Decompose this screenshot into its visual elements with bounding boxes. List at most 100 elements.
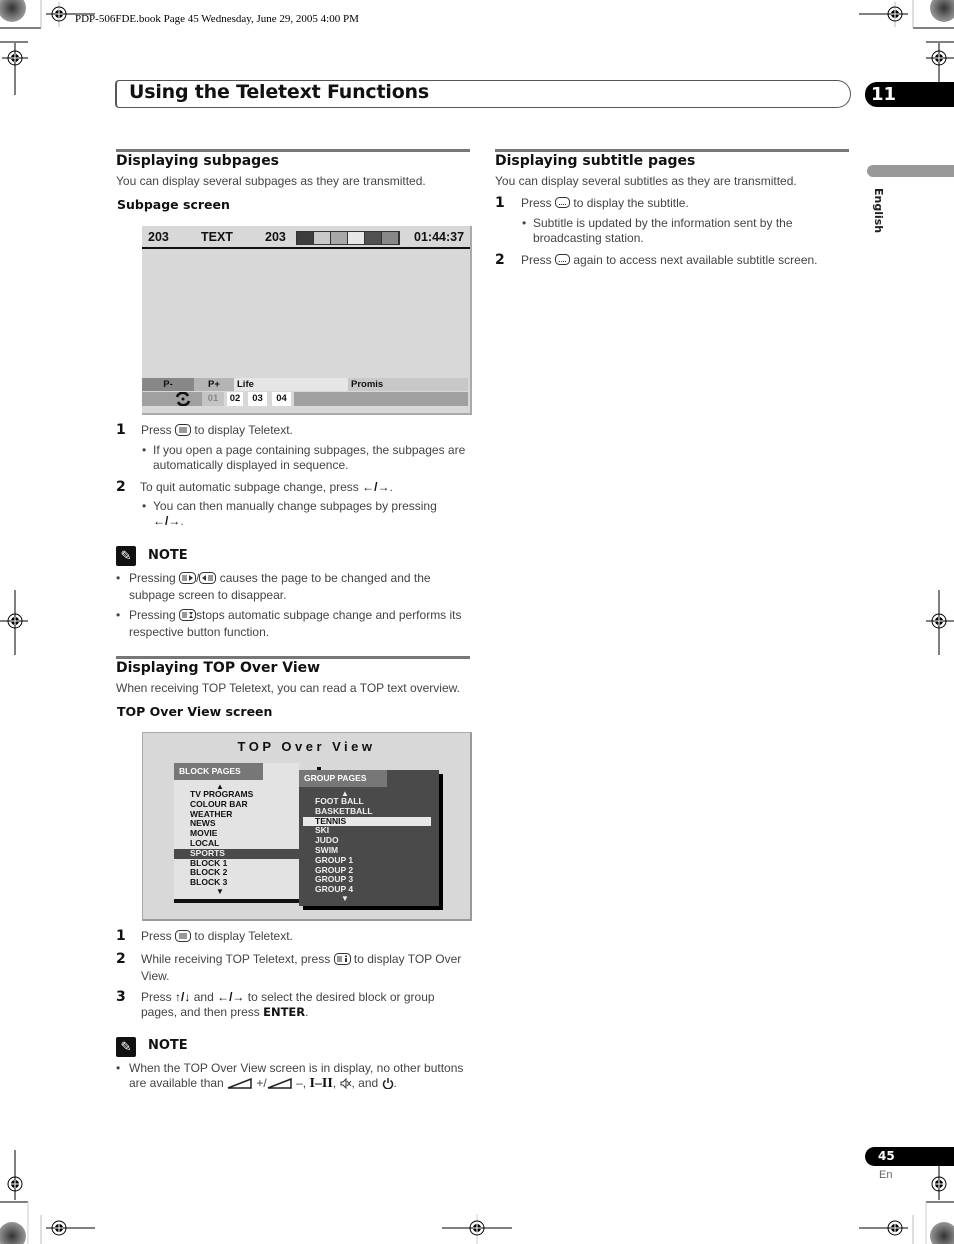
hold-icon <box>179 609 197 625</box>
subpage-rotate-icon <box>142 391 202 407</box>
chapter-number-badge: 11 <box>865 82 954 107</box>
color-swatch <box>297 232 314 244</box>
section-rule <box>495 149 849 152</box>
language-code: En <box>879 1169 893 1181</box>
subpage-04[interactable]: 04 <box>272 392 291 406</box>
step-number: 1 <box>116 422 126 438</box>
section-rule <box>116 149 470 152</box>
up-down-arrows-icon: ↑/↓ <box>175 990 191 1004</box>
color-swatch <box>348 232 365 244</box>
note-label: NOTE <box>148 548 188 563</box>
left-right-arrows-icon: ←/→ <box>217 990 245 1004</box>
step-text: Press to display Teletext. <box>141 929 293 946</box>
page-number: 203 <box>148 230 169 244</box>
promis-link[interactable]: Promis <box>348 378 468 391</box>
color-swatch <box>365 232 382 244</box>
p-plus-button[interactable]: P+ <box>194 378 234 391</box>
subpage-03[interactable]: 03 <box>248 392 267 406</box>
block-pages-panel: BLOCK PAGES ▲ TV PROGRAMS COLOUR BAR WEATH… <box>174 763 303 903</box>
color-bar <box>296 231 400 245</box>
subpage-header-bar: 203 TEXT 203 01:44:37 <box>142 226 470 249</box>
p-minus-button[interactable]: P- <box>142 378 194 391</box>
volume-icon <box>267 1077 293 1093</box>
left-right-arrows-icon: ←/→ <box>362 480 390 494</box>
step-text: To quit automatic subpage change, press … <box>140 480 393 494</box>
step-text: Press ↑/↓ and ←/→ to select the desired … <box>141 990 435 1019</box>
teletext-icon <box>175 930 192 946</box>
note-pencil-icon: ✎ <box>116 546 136 566</box>
color-swatch <box>382 232 399 244</box>
color-swatch <box>314 232 331 244</box>
step-number: 2 <box>116 951 126 967</box>
step-number: 3 <box>116 989 126 1005</box>
scroll-down-icon[interactable]: ▼ <box>341 894 349 903</box>
mode-label: TEXT <box>201 230 233 244</box>
section-rule <box>116 656 470 659</box>
life-link[interactable]: Life <box>234 378 348 391</box>
step-number: 1 <box>495 195 505 211</box>
section-intro: You can display several subpages as they… <box>116 174 426 188</box>
note-label: NOTE <box>148 1038 188 1053</box>
scroll-down-icon[interactable]: ▼ <box>216 887 224 896</box>
note-text: When the TOP Over View screen is in disp… <box>129 1061 464 1093</box>
teletext-icon <box>175 424 192 440</box>
block-list: TV PROGRAMS COLOUR BAR WEATHER NEWS MOVIE LOC… <box>174 789 303 888</box>
bullet-item: • <box>116 608 121 622</box>
step-text: Press to display Teletext. <box>141 423 293 440</box>
top-screen-label: TOP Over View screen <box>117 704 273 719</box>
top-list-item[interactable]: BLOCK 3 <box>174 877 299 888</box>
step-text: Press again to access next available sub… <box>521 253 818 270</box>
power-icon <box>382 1077 394 1093</box>
subpage-01[interactable]: 01 <box>202 392 224 406</box>
block-pages-header: BLOCK PAGES <box>174 763 263 780</box>
subpage-row: 01 02 03 04 <box>142 391 468 407</box>
subpage-filler <box>294 392 468 406</box>
language-tab <box>867 165 954 177</box>
left-right-arrows-icon: ←/→ <box>153 513 181 528</box>
top-list-item[interactable]: GROUP 4 <box>299 884 439 895</box>
subpage-02[interactable]: 02 <box>227 392 243 406</box>
mute-icon <box>340 1077 352 1093</box>
color-swatch <box>331 232 348 244</box>
step-text: Press to display the subtitle. <box>521 196 689 213</box>
step-text: While receiving TOP Teletext, press to d… <box>141 952 462 983</box>
audio-mode-icon: I–II <box>309 1075 333 1091</box>
page-down-icon <box>199 572 217 588</box>
top-screen-title: TOP Over View <box>237 739 376 754</box>
group-list: FOOT BALL BASKETBALL TENNIS SKI JUDO SWIM GROU… <box>299 796 439 895</box>
bullet-item: • <box>142 499 147 513</box>
language-label: English <box>872 188 885 234</box>
note-text: Pressing stops automatic subpage change … <box>129 608 462 639</box>
clock: 01:44:37 <box>414 230 465 244</box>
subpage-screen: 203 TEXT 203 01:44:37 P- P+ Life Promis … <box>142 226 472 415</box>
note-text: Pressing / causes the page to be changed… <box>129 571 431 602</box>
section-title-top-over-view: Displaying TOP Over View <box>116 660 321 676</box>
group-pages-panel: GROUP PAGES ▲ FOOT BALL BASKETBALL TENNIS S… <box>299 770 439 906</box>
top-info-icon <box>333 953 351 969</box>
section-intro: When receiving TOP Teletext, you can rea… <box>116 681 460 695</box>
note-pencil-icon: ✎ <box>116 1037 136 1057</box>
fastext-row: P- P+ Life Promis <box>142 378 468 391</box>
bullet-text: If you open a page containing subpages, … <box>153 443 466 472</box>
subpage-screen-label: Subpage screen <box>117 197 230 212</box>
step-number: 2 <box>116 479 126 495</box>
page-number: 45 <box>865 1147 954 1166</box>
step-number: 2 <box>495 252 505 268</box>
page-number-2: 203 <box>265 230 286 244</box>
subtitle-icon <box>555 197 571 213</box>
bullet-item: • <box>116 571 121 585</box>
color-rosette-icon <box>0 0 26 22</box>
bullet-text: You can then manually change subpages by… <box>153 499 437 528</box>
chapter-title: Using the Teletext Functions <box>129 81 429 103</box>
print-header: PDP-506FDE.book Page 45 Wednesday, June … <box>75 13 359 25</box>
section-title-subtitles: Displaying subtitle pages <box>495 153 696 169</box>
section-title-subpages: Displaying subpages <box>116 153 280 169</box>
subtitle-icon <box>555 254 571 270</box>
page-up-icon <box>179 572 197 588</box>
volume-icon <box>227 1077 253 1093</box>
enter-key: ENTER <box>263 1005 306 1019</box>
bullet-item: • <box>116 1061 121 1075</box>
bullet-item: • <box>522 216 527 230</box>
step-number: 1 <box>116 928 126 944</box>
group-pages-header: GROUP PAGES <box>299 770 387 787</box>
